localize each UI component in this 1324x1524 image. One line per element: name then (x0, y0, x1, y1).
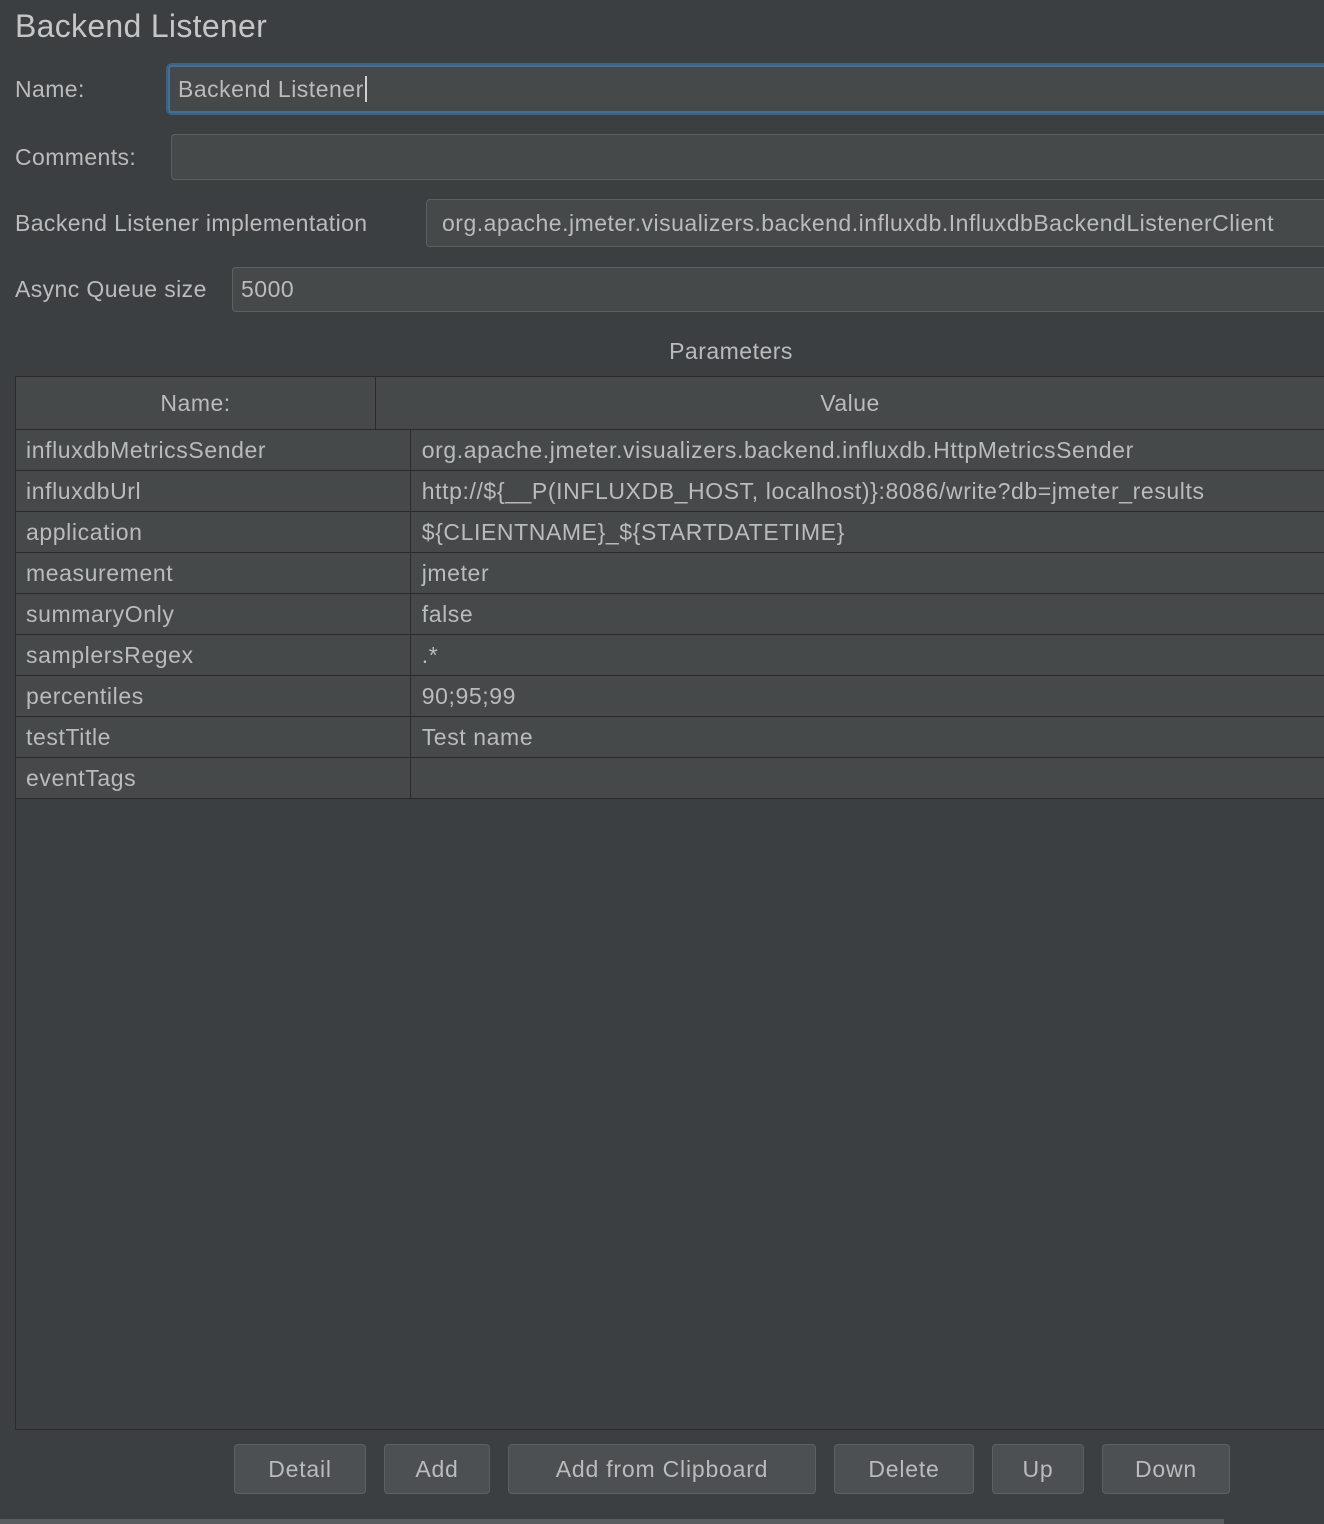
param-value-cell[interactable]: http://${__P(INFLUXDB_HOST, localhost)}:… (411, 471, 1324, 511)
param-value-cell[interactable]: ${CLIENTNAME}_${STARTDATETIME} (411, 512, 1324, 552)
table-row[interactable]: samplersRegex .* (16, 635, 1324, 676)
name-label: Name: (15, 76, 85, 102)
column-header-name[interactable]: Name: (16, 377, 377, 429)
panel-title: Backend Listener (15, 8, 268, 44)
delete-button[interactable]: Delete (834, 1444, 974, 1494)
table-row[interactable]: influxdbMetricsSender org.apache.jmeter.… (16, 430, 1324, 471)
name-input[interactable]: Backend Listener (168, 65, 1324, 113)
add-button[interactable]: Add (384, 1444, 490, 1494)
table-body: influxdbMetricsSender org.apache.jmeter.… (16, 430, 1324, 799)
param-name-cell[interactable]: eventTags (16, 758, 411, 798)
param-name-cell[interactable]: application (16, 512, 411, 552)
queue-size-input[interactable]: 5000 (232, 267, 1324, 312)
detail-button[interactable]: Detail (234, 1444, 366, 1494)
param-name-cell[interactable]: measurement (16, 553, 411, 593)
table-header: Name: Value (16, 377, 1324, 430)
param-value-cell[interactable]: org.apache.jmeter.visualizers.backend.in… (411, 430, 1324, 470)
param-name-cell[interactable]: testTitle (16, 717, 411, 757)
table-row[interactable]: eventTags (16, 758, 1324, 799)
table-row[interactable]: measurement jmeter (16, 553, 1324, 594)
add-from-clipboard-button[interactable]: Add from Clipboard (508, 1444, 816, 1494)
parameters-table: Name: Value influxdbMetricsSender org.ap… (15, 376, 1324, 1430)
param-name-cell[interactable]: percentiles (16, 676, 411, 716)
table-row[interactable]: testTitle Test name (16, 717, 1324, 758)
queue-size-label: Async Queue size (15, 276, 207, 302)
name-input-text: Backend Listener (178, 75, 364, 102)
column-header-value[interactable]: Value (376, 377, 1324, 429)
table-row[interactable]: application ${CLIENTNAME}_${STARTDATETIM… (16, 512, 1324, 553)
table-row[interactable]: percentiles 90;95;99 (16, 676, 1324, 717)
horizontal-scrollbar[interactable] (0, 1519, 1224, 1524)
param-value-cell[interactable] (411, 758, 1324, 798)
comments-input[interactable] (171, 134, 1324, 180)
impl-label: Backend Listener implementation (15, 210, 368, 236)
param-name-cell[interactable]: samplersRegex (16, 635, 411, 675)
param-value-cell[interactable]: Test name (411, 717, 1324, 757)
up-button[interactable]: Up (992, 1444, 1084, 1494)
param-value-cell[interactable]: jmeter (411, 553, 1324, 593)
parameters-title: Parameters (669, 338, 793, 364)
param-value-cell[interactable]: .* (411, 635, 1324, 675)
impl-select[interactable]: org.apache.jmeter.visualizers.backend.in… (426, 199, 1324, 247)
param-name-cell[interactable]: summaryOnly (16, 594, 411, 634)
param-value-cell[interactable]: 90;95;99 (411, 676, 1324, 716)
table-row[interactable]: summaryOnly false (16, 594, 1324, 635)
comments-label: Comments: (15, 144, 137, 170)
param-name-cell[interactable]: influxdbUrl (16, 471, 411, 511)
param-value-cell[interactable]: false (411, 594, 1324, 634)
text-caret (364, 76, 367, 102)
table-row[interactable]: influxdbUrl http://${__P(INFLUXDB_HOST, … (16, 471, 1324, 512)
down-button[interactable]: Down (1102, 1444, 1230, 1494)
param-name-cell[interactable]: influxdbMetricsSender (16, 430, 411, 470)
